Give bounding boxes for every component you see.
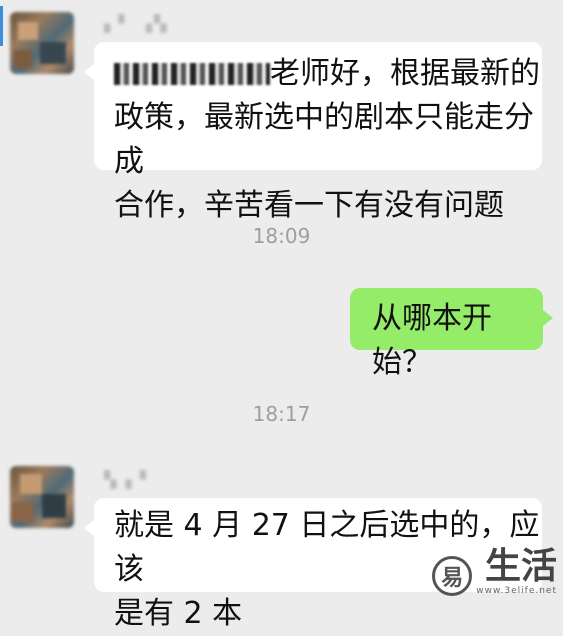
message-line: 政策，最新选中的剧本只能走分成	[114, 100, 534, 179]
sender-avatar[interactable]	[10, 466, 74, 528]
message-text: 老师好，根据最新的	[270, 56, 540, 91]
redacted-name	[114, 63, 270, 85]
message-line: 是有 2 本	[114, 596, 243, 631]
sender-avatar[interactable]	[10, 12, 74, 74]
message-line: 合作，辛苦看一下有没有问题	[114, 188, 504, 223]
left-edge-marker	[0, 6, 3, 46]
sender-name: ▚ ▖▘	[104, 470, 154, 489]
watermark-title: 生活	[484, 546, 557, 587]
watermark-logo-icon: 易	[432, 556, 473, 596]
message-bubble-outgoing[interactable]: 从哪本开始？	[350, 288, 553, 380]
message-bubble-incoming[interactable]: 老师好，根据最新的 政策，最新选中的剧本只能走分成 合作，辛苦看一下有没有问题	[84, 42, 542, 223]
sender-name: ▖▘ ▗▚	[104, 14, 169, 33]
message-text: 从哪本开始？	[372, 301, 492, 380]
watermark-url: www.3elife.net	[476, 586, 557, 596]
timestamp: 18:17	[252, 402, 311, 426]
site-watermark: 易 生活 www.3elife.net	[432, 548, 557, 596]
timestamp: 18:09	[252, 224, 311, 248]
message-line: 老师好，根据最新的	[114, 52, 542, 96]
